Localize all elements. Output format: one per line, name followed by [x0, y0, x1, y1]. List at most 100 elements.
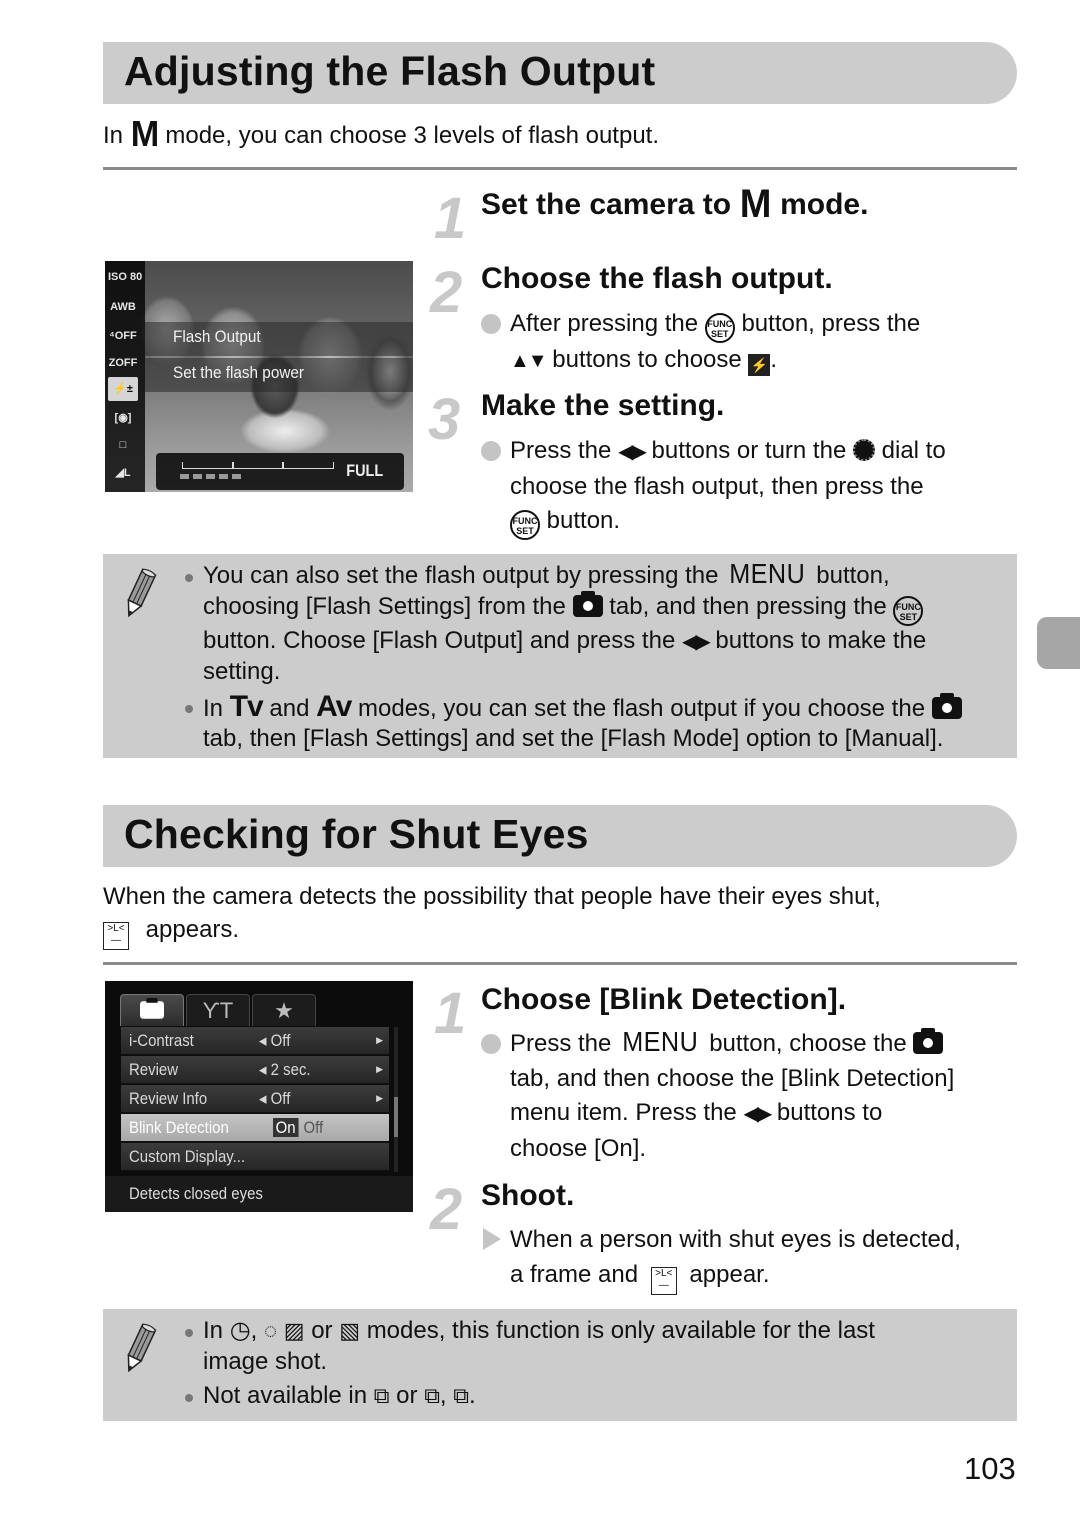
text: button, — [816, 562, 890, 589]
continuous-lv-icon: ⧉ — [453, 1383, 469, 1408]
note-line: choosing [Flash Settings] from the tab, … — [203, 590, 1013, 626]
note-line: In Tv and Av modes, you can set the flas… — [203, 689, 1013, 725]
step-title: Choose [Blink Detection]. — [481, 983, 847, 1016]
scale-tick — [282, 462, 284, 468]
text: button, press the — [741, 310, 921, 337]
bracketing-icon: ZOFF — [108, 357, 138, 369]
shooting-tab-camera-icon — [931, 692, 962, 719]
pencil-note-icon — [127, 568, 157, 618]
note-line: setting. — [203, 658, 281, 685]
text: , — [250, 1317, 258, 1344]
level-marker — [193, 474, 202, 479]
value-text: Off — [270, 1089, 291, 1108]
text: button, choose the — [709, 1030, 907, 1057]
text: button. — [546, 507, 621, 534]
menu-row-label: Review — [129, 1060, 179, 1079]
bullet-dot — [481, 441, 501, 461]
white-balance-icon: AWB — [110, 301, 136, 313]
blink-warning-icon: >L< — — [103, 922, 129, 950]
note-box: In ◷, ◌ ▨ or ▧ modes, this function is o… — [103, 1309, 1017, 1421]
menu-row-label: Blink Detection — [129, 1118, 229, 1137]
step-instruction: When a person with shut eyes is detected… — [510, 1223, 1025, 1295]
func-set-button-icon: FUNC SET — [510, 510, 540, 540]
image-quality-icon: ◢L — [115, 467, 131, 479]
bullet-dot — [185, 1329, 193, 1337]
note-content: In ◷, ◌ ▨ or ▧ modes, this function is o… — [185, 1316, 1013, 1412]
text: or — [311, 1317, 333, 1344]
text: choosing [Flash Settings] from the — [203, 592, 566, 620]
instruction-line: tab, and then choose the [Blink Detectio… — [510, 1064, 955, 1092]
note-line: Not available in ⧉ or ⧉, ⧉. — [203, 1381, 1013, 1412]
text: Press the — [510, 1030, 612, 1057]
text: appear. — [689, 1260, 770, 1288]
step-title: Set the camera to M mode. — [481, 184, 868, 224]
bullet-dot — [481, 314, 501, 334]
func-set-button-icon: FUNC SET — [704, 313, 735, 343]
text: modes, this function is only available f… — [366, 1317, 875, 1344]
step-number: 2 — [430, 1177, 463, 1242]
text: appears. — [145, 916, 240, 943]
left-right-arrows-icon: ◀▶ — [743, 1103, 772, 1125]
tab-shooting — [120, 994, 184, 1026]
text: button. Choose [Flash Output] and press … — [203, 626, 676, 654]
instruction-line: When a person with shut eyes is detected… — [510, 1226, 961, 1253]
step-title: Make the setting. — [481, 389, 725, 422]
step-number: 1 — [434, 186, 467, 251]
step-instruction: Press the ◀▶ buttons or turn the dial to… — [510, 434, 1020, 540]
scrollbar-thumb — [394, 1097, 398, 1137]
step-instruction: Press the MENU button, choose the tab, a… — [510, 1027, 1025, 1166]
text: tab, and then pressing the — [609, 592, 887, 620]
shooting-tab-camera-icon — [913, 1028, 944, 1054]
text: modes, you can set the flash output if y… — [358, 694, 926, 722]
note-line: tab, then [Flash Settings] and set the [… — [203, 725, 944, 752]
section-banner-shut-eyes: Checking for Shut Eyes — [103, 805, 1017, 867]
flash-level-bar: FULL — [156, 453, 404, 490]
func-menu-sidebar: ISO 80 AWB ⁴OFF ZOFF ⚡± [◉] □ ◢L — [105, 261, 145, 492]
instruction-line: choose the flash output, then press the — [510, 472, 924, 500]
menu-row-value: ◂ 2 sec. — [259, 1060, 311, 1079]
note-item: You can also set the flash output by pre… — [185, 559, 1013, 688]
instruction-line: a frame and >L< — appear. — [510, 1258, 1025, 1295]
manual-mode-icon: M — [130, 113, 158, 154]
menu-row: Custom Display... — [121, 1143, 389, 1171]
text: After pressing the — [510, 310, 699, 337]
bullet-dot — [185, 574, 193, 582]
text: Press the — [510, 437, 612, 464]
step-title: Choose the flash output. — [481, 262, 833, 295]
av-mode-icon: Av — [316, 689, 352, 723]
instruction-line: FUNC SET button. — [510, 504, 1020, 540]
text: You can also set the flash output by pre… — [203, 562, 719, 589]
divider — [103, 962, 1017, 965]
bullet-dot — [481, 1034, 501, 1054]
aspect-ratio-icon: □ — [119, 439, 127, 451]
intro-text: In — [103, 122, 124, 149]
menu-scrollbar — [394, 1027, 398, 1172]
section-title: Adjusting the Flash Output — [124, 48, 656, 94]
menu-row: Review Info ◂ Off ▶ — [121, 1085, 389, 1113]
menu-row-selected: Blink Detection On Off — [121, 1114, 389, 1142]
continuous-shooting-icon: ⧉ — [373, 1383, 390, 1408]
menu-row: Review ◂ 2 sec. ▶ — [121, 1056, 389, 1084]
result-arrow-icon — [483, 1228, 501, 1250]
note-line: image shot. — [203, 1347, 328, 1375]
level-marker — [232, 474, 241, 479]
func-set-button-icon: FUNC SET — [893, 595, 924, 626]
section-banner-flash-output: Adjusting the Flash Output — [103, 42, 1017, 104]
step-number: 2 — [430, 260, 463, 325]
level-marker — [219, 474, 228, 479]
bullet-dot — [185, 704, 193, 713]
text: , — [439, 1382, 447, 1409]
text: In — [203, 694, 224, 722]
level-marker — [180, 474, 189, 479]
lcd-caption-subtitle: Set the flash power — [173, 363, 304, 382]
note-item: In Tv and Av modes, you can set the flas… — [185, 689, 1013, 755]
section-intro: In M mode, you can choose 3 levels of fl… — [103, 113, 659, 154]
flash-level-scale — [182, 462, 334, 469]
right-arrow-icon: ▶ — [376, 1035, 383, 1045]
step-instruction: After pressing the FUNC SET button, press… — [510, 307, 1020, 379]
blink-warning-icon: >L< — — [650, 1266, 677, 1295]
text: dial to — [881, 437, 946, 464]
step-title-text: Set the camera to — [481, 188, 732, 221]
text: Not available in — [203, 1382, 368, 1409]
instruction-line: Press the MENU button, choose the — [510, 1027, 1025, 1062]
